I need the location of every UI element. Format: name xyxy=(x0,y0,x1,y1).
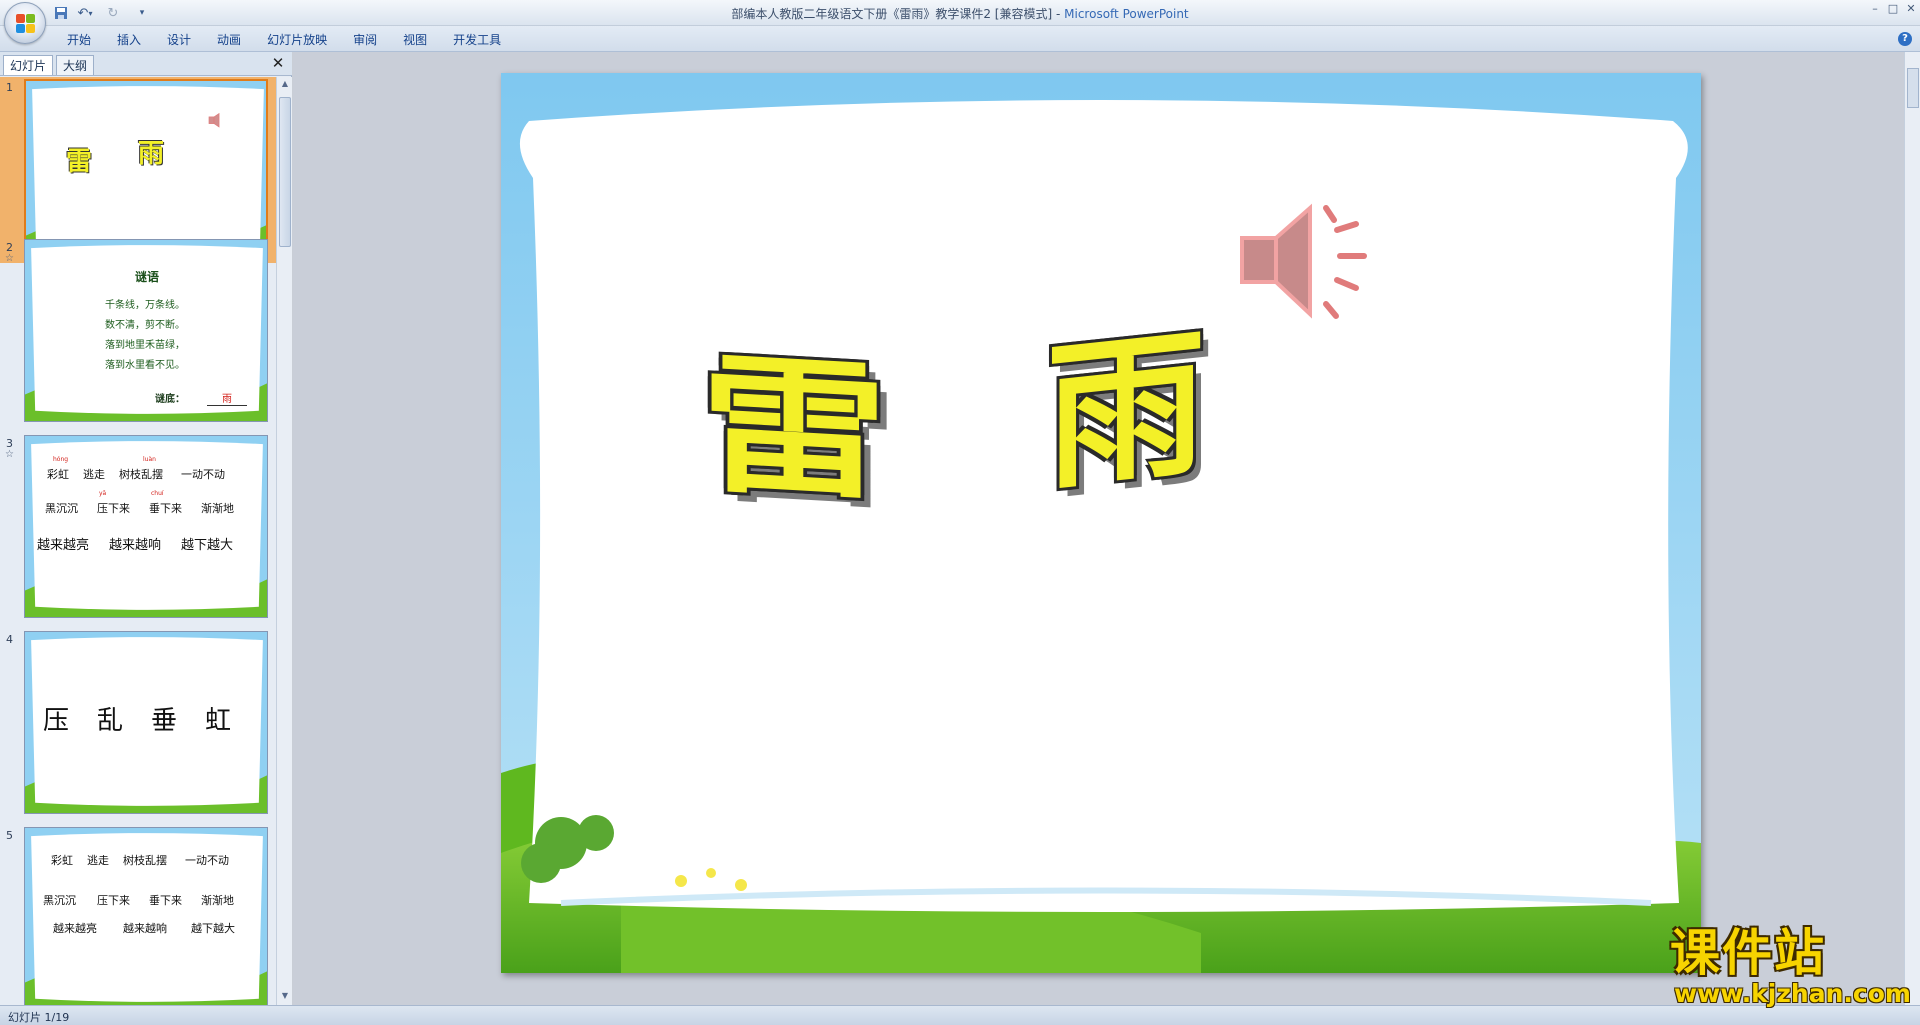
vocab-phrase: 越来越响 xyxy=(123,922,167,935)
vocab-phrase: 越来越响 xyxy=(109,538,162,553)
current-slide[interactable]: 雷 雨 xyxy=(501,73,1701,973)
tab-slideshow[interactable]: 幻灯片放映 xyxy=(254,31,340,49)
thumbnail-background xyxy=(25,436,267,617)
riddle-answer-label: 谜底： xyxy=(155,394,185,405)
tab-developer[interactable]: 开发工具 xyxy=(440,31,514,49)
thumbnail-scrollbar[interactable]: ▲ ▼ xyxy=(276,77,292,1005)
thumbnail-slide-3[interactable]: 3 ☆ hóng luàn yā chuí 彩虹 逃走 树枝乱摆 一动不动 黑沉… xyxy=(0,433,276,619)
window-title: 部编本人教版二年级语文下册《雷雨》教学课件2 [兼容模式] - Microsof… xyxy=(0,5,1920,22)
pinyin-label: chuí xyxy=(151,490,164,497)
thumbnail-slide-1[interactable]: 1 雷 雨 xyxy=(0,77,276,263)
vocab-phrase: 越下越大 xyxy=(181,538,234,553)
riddle-answer: 雨 xyxy=(207,390,247,406)
thumbnail-preview: 雷 雨 xyxy=(24,79,268,262)
thumbnail-number: 1 xyxy=(6,81,13,94)
pinyin-label: luàn xyxy=(143,456,156,463)
tab-outline[interactable]: 大纲 xyxy=(56,55,95,75)
slide-editor: 雷 雨 xyxy=(293,52,1904,1005)
scroll-up-icon[interactable]: ▲ xyxy=(279,79,291,91)
slide-background xyxy=(501,73,1701,973)
animation-star-icon: ☆ xyxy=(5,253,14,264)
vocab-word: 垂下来 xyxy=(149,894,182,907)
help-icon[interactable]: ? xyxy=(1898,32,1912,46)
riddle-line: 落到水里看不见。 xyxy=(105,360,185,371)
character: 虹 xyxy=(205,706,232,736)
thumbnail-slide-2[interactable]: 2 ☆ 谜语 千条线，万条线。 数不清，剪不断。 落到地里禾苗绿， 落到水里看不… xyxy=(0,237,276,423)
pane-tabs: 幻灯片 大纲 ✕ xyxy=(0,52,292,76)
tab-animation[interactable]: 动画 xyxy=(204,31,254,49)
scrollbar-thumb[interactable] xyxy=(1907,68,1919,108)
thumbnail-preview: 压 乱 垂 虹 xyxy=(24,631,268,814)
maximize-button[interactable]: □ xyxy=(1886,2,1900,16)
slide-counter: 幻灯片 1/19 xyxy=(8,1011,70,1024)
vocab-word: 树枝乱摆 xyxy=(123,854,167,867)
scroll-down-icon[interactable]: ▼ xyxy=(279,991,291,1003)
vocab-word: 垂下来 xyxy=(149,502,182,515)
thumbnail-title-char: 雷 xyxy=(66,147,93,177)
thumbnail-number: 5 xyxy=(6,829,13,842)
scrollbar-thumb[interactable] xyxy=(279,97,291,247)
character: 压 xyxy=(43,706,70,736)
tab-view[interactable]: 视图 xyxy=(390,31,440,49)
title-bar: ↶ ▾ ↻ ▾ 部编本人教版二年级语文下册《雷雨》教学课件2 [兼容模式] - M… xyxy=(0,0,1920,26)
speaker-icon[interactable] xyxy=(1234,192,1394,332)
window-title-document: 部编本人教版二年级语文下册《雷雨》教学课件2 [兼容模式] - xyxy=(731,7,1065,21)
tab-home[interactable]: 开始 xyxy=(54,31,104,49)
vocab-word: 逃走 xyxy=(87,854,109,867)
vocab-word: 压下来 xyxy=(97,894,130,907)
tab-insert[interactable]: 插入 xyxy=(104,31,154,49)
editor-scrollbar[interactable] xyxy=(1904,52,1920,1005)
vocab-word: 渐渐地 xyxy=(201,502,234,515)
thumbnail-preview: 彩虹 逃走 树枝乱摆 一动不动 黑沉沉 压下来 垂下来 渐渐地 越来越亮 越来越… xyxy=(24,827,268,1005)
vocab-word: 黑沉沉 xyxy=(45,502,78,515)
ribbon: 开始 插入 设计 动画 幻灯片放映 审阅 视图 开发工具 ? xyxy=(0,26,1920,52)
thumbnail-slide-5[interactable]: 5 彩虹 逃走 树枝乱摆 一动不动 黑沉沉 压下来 垂下来 渐渐地 越来越亮 越… xyxy=(0,825,276,1005)
slide-title-char-lei[interactable]: 雷 xyxy=(700,338,888,522)
riddle-line: 落到地里禾苗绿， xyxy=(105,340,185,351)
thumbnail-preview: 谜语 千条线，万条线。 数不清，剪不断。 落到地里禾苗绿， 落到水里看不见。 谜… xyxy=(24,239,268,422)
thumbnail-title-char: 雨 xyxy=(138,139,165,169)
vocab-word: 一动不动 xyxy=(185,854,229,867)
site-watermark: 课件站 www.kjzhan.com xyxy=(1670,924,1911,1008)
status-bar: 幻灯片 1/19 xyxy=(0,1005,1920,1025)
riddle-heading: 谜语 xyxy=(135,270,160,284)
vocab-word: 彩虹 xyxy=(47,468,69,481)
minimize-button[interactable]: – xyxy=(1868,2,1882,16)
character: 乱 xyxy=(97,706,124,736)
thumbnail-number: 4 xyxy=(6,633,13,646)
character: 垂 xyxy=(151,706,178,736)
vocab-word: 黑沉沉 xyxy=(43,894,76,907)
vocab-word: 压下来 xyxy=(97,502,130,515)
animation-star-icon: ☆ xyxy=(5,449,14,460)
office-button[interactable] xyxy=(4,2,46,44)
slide-title-char-yu[interactable]: 雨 xyxy=(1046,309,1206,513)
ribbon-tabs: 开始 插入 设计 动画 幻灯片放映 审阅 视图 开发工具 xyxy=(54,31,514,49)
watermark-logo: 课件站 xyxy=(1670,924,1826,982)
vocab-word: 一动不动 xyxy=(181,468,225,481)
thumbnail-background xyxy=(26,81,266,260)
vocab-word: 渐渐地 xyxy=(201,894,234,907)
vocab-phrase: 越来越亮 xyxy=(37,538,90,553)
close-window-button[interactable]: ✕ xyxy=(1904,2,1918,16)
watermark-url: www.kjzhan.com xyxy=(1674,979,1911,1008)
window-title-app: Microsoft PowerPoint xyxy=(1064,7,1189,21)
riddle-line: 数不清，剪不断。 xyxy=(105,320,185,331)
slides-pane: 幻灯片 大纲 ✕ 1 雷 雨 2 ☆ 谜语 千条线，万条线。 数不清，剪不断。 … xyxy=(0,52,292,1005)
tab-design[interactable]: 设计 xyxy=(154,31,204,49)
pinyin-label: yā xyxy=(99,490,107,497)
vocab-word: 彩虹 xyxy=(51,854,73,867)
office-logo-icon xyxy=(16,14,36,34)
vocab-phrase: 越下越大 xyxy=(191,922,235,935)
vocab-word: 树枝乱摆 xyxy=(119,468,163,481)
tab-review[interactable]: 审阅 xyxy=(340,31,390,49)
thumbnail-preview: hóng luàn yā chuí 彩虹 逃走 树枝乱摆 一动不动 黑沉沉 压下… xyxy=(24,435,268,618)
thumbnail-list: 1 雷 雨 2 ☆ 谜语 千条线，万条线。 数不清，剪不断。 落到地里禾苗绿， … xyxy=(0,77,276,1005)
thumbnail-slide-4[interactable]: 4 压 乱 垂 虹 xyxy=(0,629,276,815)
riddle-line: 千条线，万条线。 xyxy=(105,300,185,311)
close-icon[interactable]: ✕ xyxy=(270,55,286,71)
vocab-phrase: 越来越亮 xyxy=(53,922,97,935)
vocab-word: 逃走 xyxy=(83,468,105,481)
tab-slides[interactable]: 幻灯片 xyxy=(3,55,54,75)
pinyin-label: hóng xyxy=(53,456,69,463)
